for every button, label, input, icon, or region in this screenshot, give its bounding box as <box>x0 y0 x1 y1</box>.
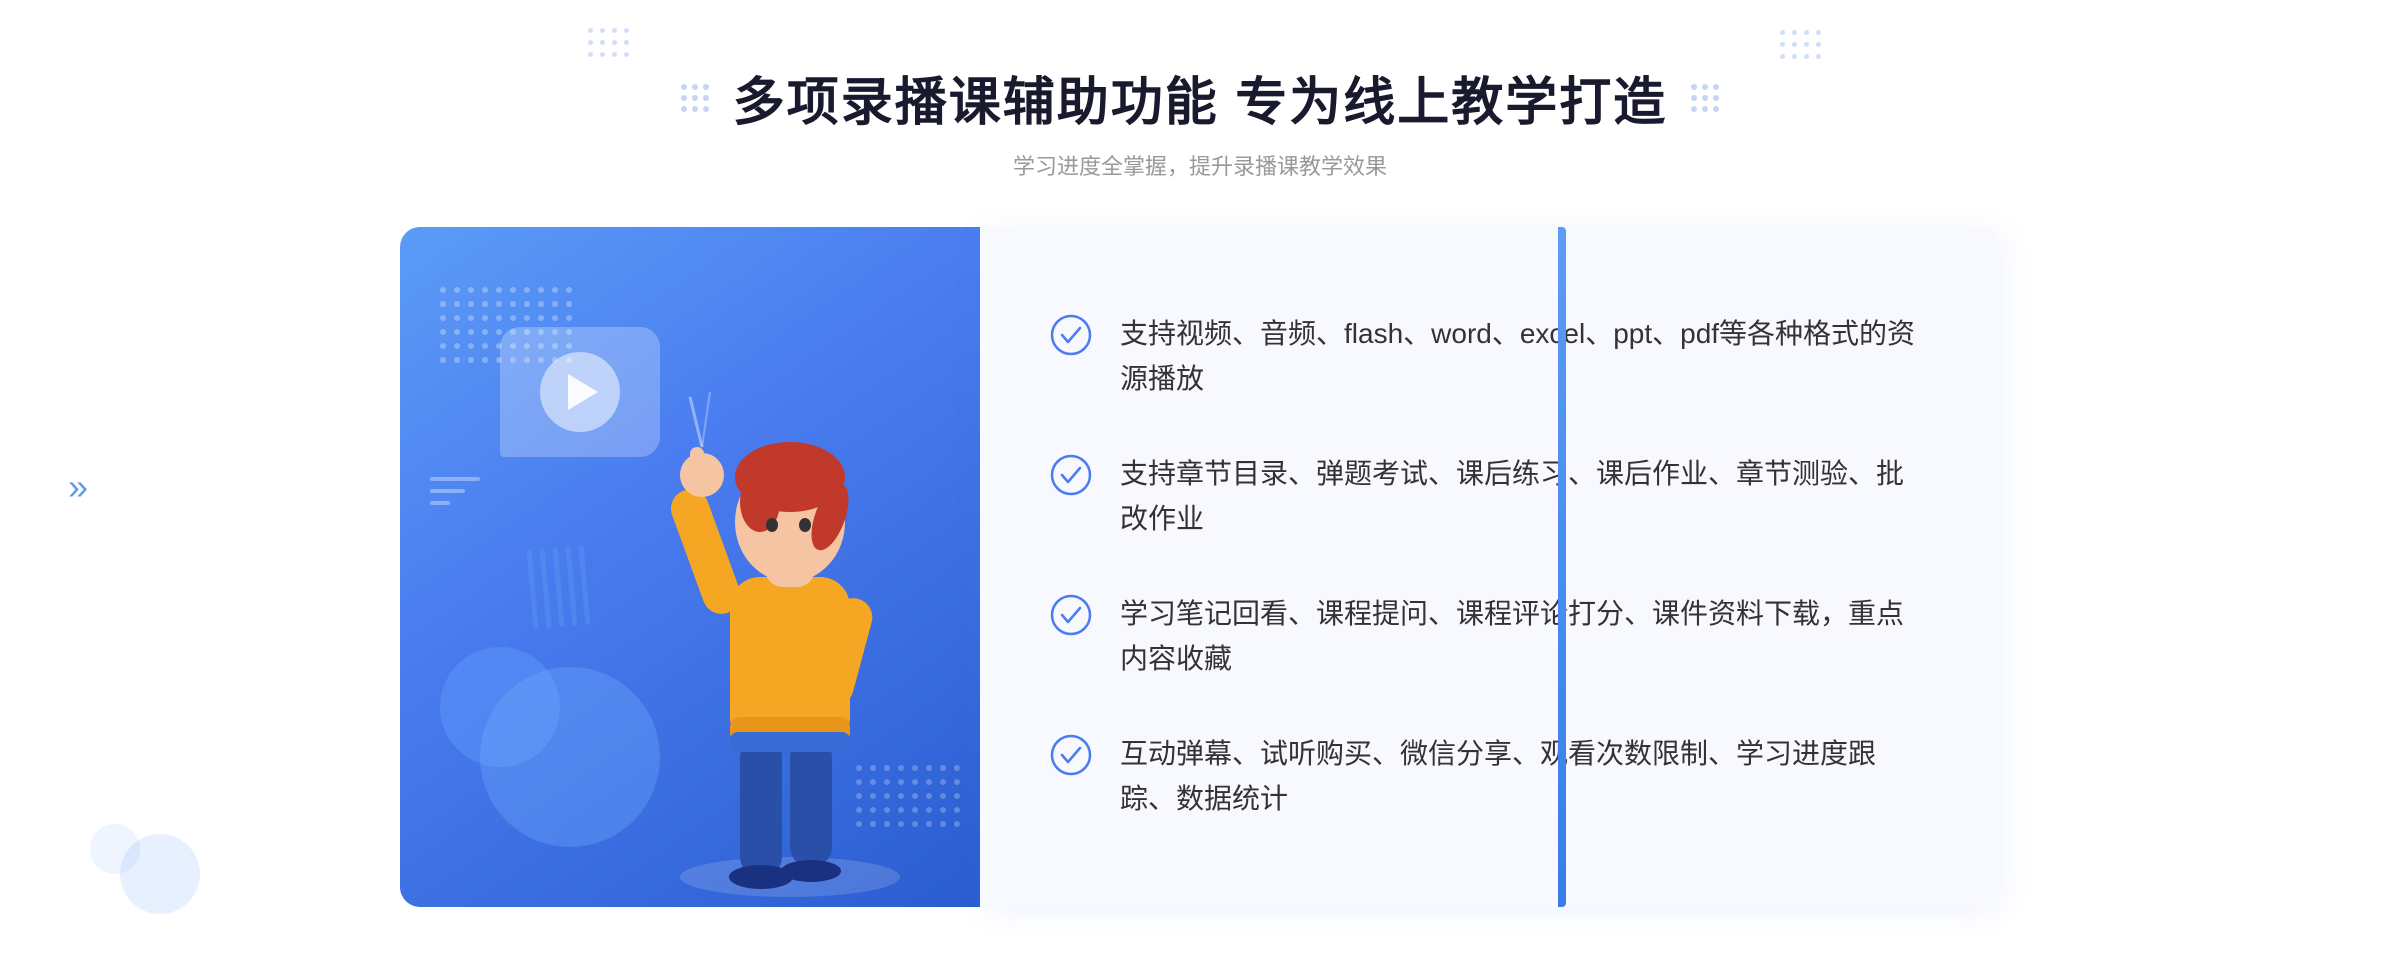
deco-lines <box>430 477 480 505</box>
feature-item-3: 学习笔记回看、课程提问、课程评论打分、课件资料下载，重点内容收藏 <box>1050 572 1930 702</box>
page-subtitle: 学习进度全掌握，提升录播课教学效果 <box>681 149 1719 181</box>
feature-text-4: 互动弹幕、试听购买、微信分享、观看次数限制、学习进度跟踪、数据统计 <box>1120 732 1930 822</box>
dots-decoration-right <box>1780 30 1820 70</box>
check-icon-2 <box>1050 454 1092 496</box>
check-icon-3 <box>1050 594 1092 636</box>
title-text: 多项录播课辅助功能 专为线上教学打造 <box>733 60 1667 135</box>
feature-text-3: 学习笔记回看、课程提问、课程评论打分、课件资料下载，重点内容收藏 <box>1120 592 1930 682</box>
check-icon-4 <box>1050 734 1092 776</box>
feature-text-1: 支持视频、音频、flash、word、excel、ppt、pdf等各种格式的资源… <box>1120 312 1930 402</box>
title-dots-right <box>1691 84 1719 112</box>
features-panel: 支持视频、音频、flash、word、excel、ppt、pdf等各种格式的资源… <box>980 227 2000 907</box>
stripe-decoration <box>527 545 594 630</box>
illustration-panel <box>400 227 980 907</box>
header: 多项录播课辅助功能 专为线上教学打造 学习进度全掌握，提升录播课教学效果 <box>681 60 1719 181</box>
chevron-icon-1: » <box>68 469 88 505</box>
dots-decoration-left <box>588 28 628 68</box>
feature-item-1: 支持视频、音频、flash、word、excel、ppt、pdf等各种格式的资源… <box>1050 292 1930 422</box>
title-dots-left <box>681 84 709 112</box>
feature-item-4: 互动弹幕、试听购买、微信分享、观看次数限制、学习进度跟踪、数据统计 <box>1050 712 1930 842</box>
play-triangle-icon <box>568 374 598 410</box>
chevrons-left: » <box>68 469 88 505</box>
check-icon-1 <box>1050 314 1092 356</box>
main-content: 支持视频、音频、flash、word、excel、ppt、pdf等各种格式的资源… <box>400 227 2000 907</box>
page-container: 多项录播课辅助功能 专为线上教学打造 学习进度全掌握，提升录播课教学效果 » <box>0 0 2400 974</box>
feature-text-2: 支持章节目录、弹题考试、课后练习、课后作业、章节测验、批改作业 <box>1120 452 1930 542</box>
feature-item-2: 支持章节目录、弹题考试、课后练习、课后作业、章节测验、批改作业 <box>1050 432 1930 562</box>
person-figure <box>630 347 950 907</box>
deco-blue-circle-2 <box>90 824 140 874</box>
play-circle <box>540 352 620 432</box>
page-title: 多项录播课辅助功能 专为线上教学打造 <box>681 60 1719 135</box>
